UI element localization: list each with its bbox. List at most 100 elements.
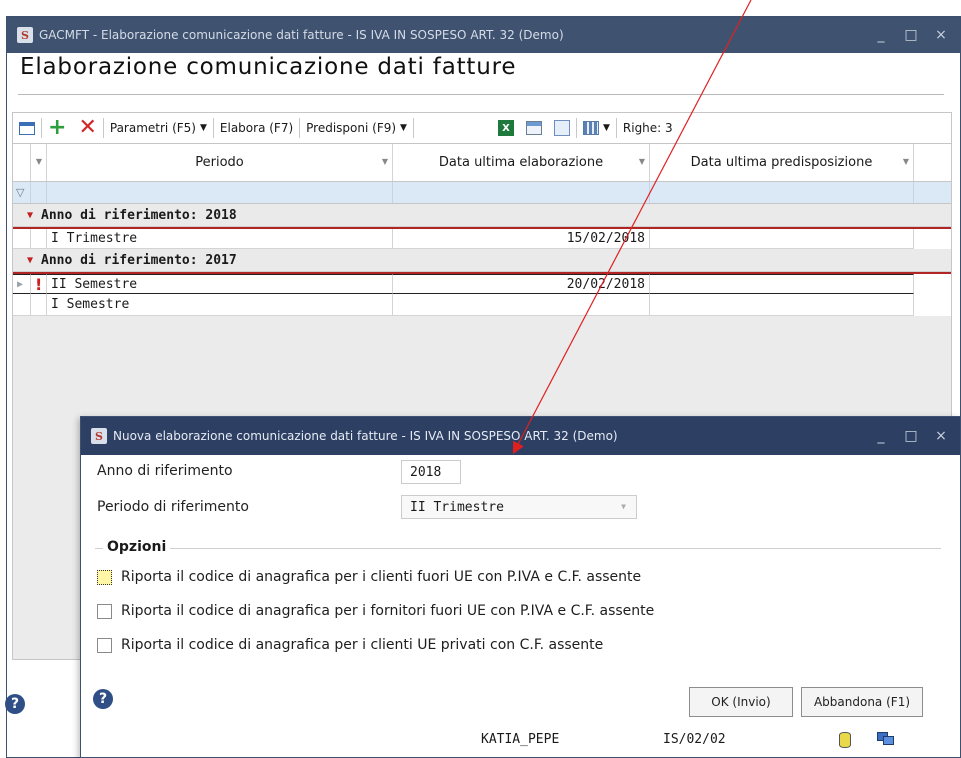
collapse-arrow-icon[interactable]: ▼ bbox=[27, 210, 33, 221]
delete-button[interactable]: ✕ bbox=[72, 116, 102, 140]
group-label: Anno di riferimento: 2018 bbox=[41, 207, 237, 223]
chevron-down-icon: ▼ bbox=[400, 123, 407, 133]
row-indicator[interactable] bbox=[13, 229, 31, 249]
chevron-down-icon[interactable]: ▼ bbox=[903, 157, 909, 166]
chevron-down-icon: ▼ bbox=[35, 157, 42, 166]
excel-export-button[interactable]: X bbox=[492, 116, 520, 140]
window-title: GACMFT - Elaborazione comunicazione dati… bbox=[39, 28, 564, 42]
row-flag bbox=[31, 229, 47, 249]
row-indicator[interactable] bbox=[13, 294, 31, 316]
table-row[interactable]: I Trimestre 15/02/2018 bbox=[13, 227, 951, 249]
group-row-2018[interactable]: ▼ Anno di riferimento: 2018 bbox=[13, 204, 951, 227]
columns-button[interactable]: ▼ bbox=[577, 116, 616, 140]
dialog-titlebar[interactable]: S Nuova elaborazione comunicazione dati … bbox=[81, 417, 960, 455]
row-flag bbox=[31, 294, 47, 316]
elabora-button[interactable]: Elabora (F7) bbox=[214, 116, 299, 140]
help-icon[interactable]: ? bbox=[5, 694, 25, 714]
title-divider bbox=[18, 94, 944, 95]
row-flag: ! bbox=[31, 274, 47, 294]
cell-periodo[interactable]: I Semestre bbox=[47, 294, 393, 316]
column-header-label: Data ultima elaborazione bbox=[438, 155, 604, 170]
filter-cell-elaborazione[interactable] bbox=[393, 182, 650, 203]
export-button[interactable] bbox=[548, 116, 576, 140]
collapse-arrow-icon[interactable]: ▼ bbox=[27, 255, 33, 266]
grid-view-button[interactable] bbox=[13, 116, 41, 140]
opzioni-label: Opzioni bbox=[103, 539, 171, 555]
column-header-label: Periodo bbox=[195, 155, 244, 170]
main-titlebar[interactable]: S GACMFT - Elaborazione comunicazione da… bbox=[7, 17, 960, 53]
checkbox[interactable] bbox=[97, 569, 112, 585]
option-fornitori-fuori-ue[interactable]: Riporta il codice di anagrafica per i fo… bbox=[97, 603, 654, 619]
table-row[interactable]: ▶ ! II Semestre 20/02/2018 bbox=[13, 272, 951, 294]
cancel-button[interactable]: Abbandona (F1) bbox=[801, 687, 923, 717]
filter-cell[interactable] bbox=[31, 182, 47, 203]
add-button[interactable]: + bbox=[42, 116, 72, 140]
close-button[interactable]: × bbox=[926, 428, 956, 444]
periodo-select[interactable]: II Trimestre ▼ bbox=[401, 495, 637, 519]
cell-predisposizione[interactable] bbox=[650, 229, 914, 249]
table-row[interactable]: I Semestre bbox=[13, 294, 951, 316]
maximize-button[interactable]: □ bbox=[896, 27, 926, 43]
checkbox[interactable] bbox=[97, 637, 112, 653]
status-user: KATIA_PEPE bbox=[481, 732, 560, 747]
ok-button[interactable]: OK (Invio) bbox=[689, 687, 793, 717]
app-logo-icon: S bbox=[91, 428, 107, 444]
option-clienti-ue-privati[interactable]: Riporta il codice di anagrafica per i cl… bbox=[97, 637, 603, 653]
chevron-down-icon: ▼ bbox=[199, 123, 207, 133]
toolbar-separator bbox=[412, 118, 414, 138]
toolbar: + ✕ Parametri (F5) ▼ Elabora (F7) Predisp… bbox=[12, 112, 952, 144]
periodo-label: Periodo di riferimento bbox=[97, 499, 249, 515]
delete-icon: ✕ bbox=[78, 115, 97, 140]
excel-icon: X bbox=[497, 120, 514, 136]
grid-header: ▼ Periodo ▼ Data ultima elaborazione ▼ Dat… bbox=[13, 144, 951, 182]
header-group-cell[interactable]: ▼ bbox=[31, 144, 47, 181]
chevron-down-icon[interactable]: ▼ bbox=[382, 157, 388, 166]
predisponi-button[interactable]: Predisponi (F9) ▼ bbox=[300, 116, 413, 140]
predisponi-label: Predisponi (F9) bbox=[306, 121, 397, 135]
warning-icon: ! bbox=[35, 274, 43, 294]
option-clienti-fuori-ue[interactable]: Riporta il codice di anagrafica per i cl… bbox=[97, 569, 641, 585]
cell-elaborazione[interactable] bbox=[393, 294, 650, 316]
filter-cell-predisposizione[interactable] bbox=[650, 182, 914, 203]
anno-field[interactable]: 2018 bbox=[401, 460, 461, 484]
row-count: Righe: 3 bbox=[622, 121, 673, 135]
column-header-data-elaborazione[interactable]: Data ultima elaborazione ▼ bbox=[393, 144, 650, 181]
network-monitor-front bbox=[883, 736, 894, 745]
dialog-title: Nuova elaborazione comunicazione dati fa… bbox=[113, 429, 618, 443]
header-indicator-cell bbox=[13, 144, 31, 181]
elabora-label: Elabora (F7) bbox=[219, 121, 294, 135]
close-button[interactable]: × bbox=[926, 27, 956, 43]
cell-elaborazione[interactable]: 20/02/2018 bbox=[393, 274, 650, 294]
cell-elaborazione[interactable]: 15/02/2018 bbox=[393, 229, 650, 249]
cell-periodo[interactable]: I Trimestre bbox=[47, 229, 393, 249]
filter-cell-periodo[interactable] bbox=[47, 182, 393, 203]
anno-label: Anno di riferimento bbox=[97, 463, 233, 479]
cell-periodo[interactable]: II Semestre bbox=[47, 274, 393, 294]
cell-predisposizione[interactable] bbox=[650, 294, 914, 316]
new-elaboration-dialog: S Nuova elaborazione comunicazione dati … bbox=[80, 416, 961, 758]
filter-row: ▽ bbox=[13, 182, 951, 204]
export-icon bbox=[553, 120, 570, 136]
minimize-button[interactable]: _ bbox=[866, 27, 896, 43]
group-label: Anno di riferimento: 2017 bbox=[41, 252, 237, 268]
section-divider bbox=[95, 548, 941, 549]
help-icon[interactable]: ? bbox=[93, 689, 113, 709]
app-logo-icon: S bbox=[17, 27, 33, 43]
minimize-button[interactable]: _ bbox=[866, 428, 896, 444]
calendar-button[interactable] bbox=[520, 116, 548, 140]
maximize-button[interactable]: □ bbox=[896, 428, 926, 444]
chevron-down-icon[interactable]: ▼ bbox=[621, 502, 626, 511]
group-row-2017[interactable]: ▼ Anno di riferimento: 2017 bbox=[13, 249, 951, 272]
periodo-selected-value: II Trimestre bbox=[410, 499, 504, 515]
row-indicator[interactable]: ▶ bbox=[13, 274, 31, 294]
parametri-label: Parametri (F5) bbox=[109, 121, 196, 135]
checkbox[interactable] bbox=[97, 603, 112, 619]
chevron-down-icon[interactable]: ▼ bbox=[639, 157, 645, 166]
current-row-icon: ▶ bbox=[17, 278, 24, 290]
filter-icon-cell[interactable]: ▽ bbox=[13, 182, 31, 203]
cell-predisposizione[interactable] bbox=[650, 274, 914, 294]
column-header-data-predisposizione[interactable]: Data ultima predisposizione ▼ bbox=[650, 144, 914, 181]
column-header-periodo[interactable]: Periodo ▼ bbox=[47, 144, 393, 181]
chevron-down-icon: ▼ bbox=[602, 123, 610, 133]
parametri-button[interactable]: Parametri (F5) ▼ bbox=[104, 116, 213, 140]
